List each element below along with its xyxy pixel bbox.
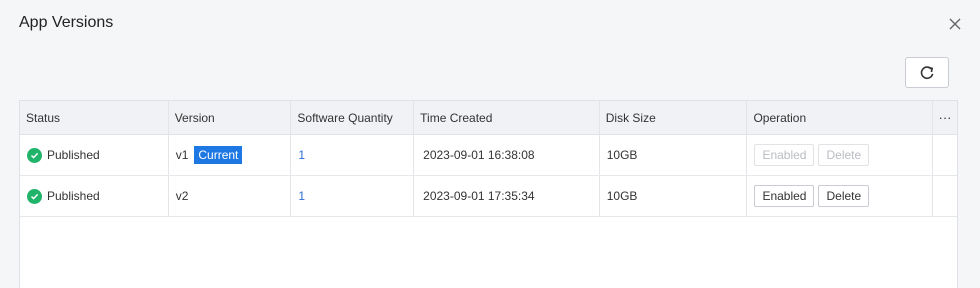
check-circle-icon (27, 188, 42, 204)
status-cell: Published (20, 176, 169, 216)
delete-button[interactable]: Delete (818, 144, 870, 166)
status-text: Published (47, 148, 100, 162)
column-header-operation: Operation (747, 101, 934, 134)
software-quantity-cell: 1 (291, 176, 415, 216)
software-quantity-link[interactable]: 1 (298, 189, 305, 203)
row-spacer (933, 135, 957, 175)
status-cell: Published (20, 135, 169, 175)
status-text: Published (47, 189, 100, 203)
time-created-cell: 2023-09-01 17:35:34 (414, 176, 600, 216)
version-text: v1 (175, 148, 189, 162)
version-cell: v1 Current (169, 135, 292, 175)
check-circle-icon (27, 147, 42, 163)
version-cell: v2 (169, 176, 292, 216)
column-settings-button[interactable]: ··· (933, 101, 957, 134)
row-spacer (933, 176, 957, 216)
table-row: Published v1 Current 1 2023-09-01 16:38:… (20, 135, 957, 176)
enabled-button[interactable]: Enabled (754, 144, 815, 166)
column-header-time-created: Time Created (414, 101, 600, 134)
software-quantity-cell: 1 (291, 135, 415, 175)
column-header-software-quantity: Software Quantity (291, 101, 415, 134)
delete-button[interactable]: Delete (818, 185, 870, 207)
current-badge: Current (194, 146, 243, 164)
operation-cell: Enabled Delete (747, 135, 934, 175)
operation-cell: Enabled Delete (747, 176, 934, 216)
table-row: Published v2 1 2023-09-01 17:35:34 10GB … (20, 176, 957, 217)
versions-table: Status Version Software Quantity Time Cr… (19, 100, 958, 288)
enabled-button[interactable]: Enabled (754, 185, 815, 207)
software-quantity-link[interactable]: 1 (298, 148, 305, 162)
column-header-status: Status (20, 101, 169, 134)
disk-size-cell: 10GB (600, 135, 748, 175)
dialog-title: App Versions (19, 14, 114, 31)
refresh-icon (920, 65, 934, 79)
close-button[interactable] (946, 15, 964, 33)
refresh-button[interactable] (905, 57, 949, 88)
column-header-disk-size: Disk Size (600, 101, 748, 134)
version-text: v2 (175, 189, 189, 203)
table-header: Status Version Software Quantity Time Cr… (20, 101, 957, 135)
time-created-cell: 2023-09-01 16:38:08 (414, 135, 600, 175)
disk-size-cell: 10GB (600, 176, 748, 216)
column-header-version: Version (169, 101, 292, 134)
close-icon (949, 18, 961, 30)
more-icon: ··· (938, 110, 952, 125)
